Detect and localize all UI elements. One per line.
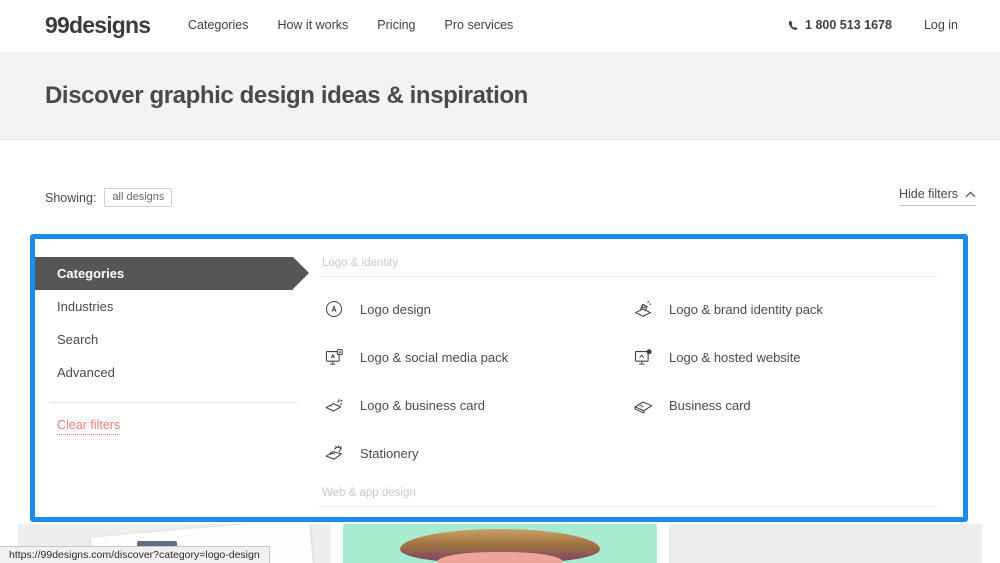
clear-filters-wrap: Clear filters — [35, 403, 305, 435]
clear-filters-link[interactable]: Clear filters — [57, 418, 120, 435]
phone-number-text: 1 800 513 1678 — [805, 18, 892, 32]
filter-tab-label: Industries — [57, 299, 113, 314]
filter-tab-label: Search — [57, 332, 98, 347]
phone-number[interactable]: 1 800 513 1678 — [788, 18, 892, 32]
category-item-empty-slot — [628, 429, 937, 477]
top-navbar: 99designs Categories How it works Pricin… — [0, 0, 1000, 52]
filter-toolbar: Showing: all designs Hide filters — [0, 141, 1000, 236]
category-item-label: Logo design — [360, 302, 431, 317]
showing-group: Showing: all designs — [45, 188, 172, 207]
filter-tab-advanced[interactable]: Advanced — [35, 356, 305, 389]
filter-tab-search[interactable]: Search — [35, 323, 305, 356]
business-card-icon — [632, 394, 654, 416]
category-list-area: Logo & identity Logo design — [305, 239, 963, 517]
site-logo[interactable]: 99designs — [45, 12, 150, 39]
category-item-logo-business-card[interactable]: Logo & business card — [319, 381, 628, 429]
page-title: Discover graphic design ideas & inspirat… — [45, 82, 528, 110]
showing-value-chip[interactable]: all designs — [104, 188, 172, 207]
thumbnail-art — [437, 552, 562, 563]
nav-item-how-it-works[interactable]: How it works — [277, 18, 348, 32]
design-thumbnail[interactable] — [343, 524, 656, 563]
category-item-label: Logo & brand identity pack — [669, 302, 823, 317]
category-item-label: Logo & hosted website — [669, 350, 801, 365]
category-item-label: Logo & social media pack — [360, 350, 508, 365]
category-item-label: Stationery — [360, 446, 419, 461]
hide-filters-button[interactable]: Hide filters — [899, 187, 976, 206]
filter-tab-label: Advanced — [57, 365, 115, 380]
filter-tab-label: Categories — [57, 266, 124, 281]
nav-item-pricing[interactable]: Pricing — [377, 18, 415, 32]
hosted-website-icon — [632, 346, 654, 368]
filter-tab-rail: Categories Industries Search Advanced Cl… — [35, 239, 305, 517]
filter-tab-categories[interactable]: Categories — [35, 257, 293, 290]
primary-nav: Categories How it works Pricing Pro serv… — [188, 18, 513, 32]
logo-design-icon — [323, 298, 345, 320]
business-card-stack-icon — [323, 394, 345, 416]
page-root: 99designs Categories How it works Pricin… — [0, 0, 1000, 563]
category-item-logo-brand-identity-pack[interactable]: Logo & brand identity pack — [628, 285, 937, 333]
category-grid: Logo design Logo & brand identity pack — [319, 285, 937, 477]
filter-panel: Categories Industries Search Advanced Cl… — [35, 239, 963, 517]
category-item-business-card[interactable]: Business card — [628, 381, 937, 429]
brand-identity-pack-icon — [632, 298, 654, 320]
nav-item-categories[interactable]: Categories — [188, 18, 248, 32]
design-thumbnail[interactable] — [669, 524, 982, 563]
status-bar-url: https://99designs.com/discover?category=… — [0, 546, 270, 563]
filter-tab-industries[interactable]: Industries — [35, 290, 305, 323]
stationery-icon — [323, 442, 345, 464]
hero-banner: Discover graphic design ideas & inspirat… — [0, 52, 1000, 140]
section-label-logo-identity: Logo & identity — [319, 257, 937, 277]
social-media-pack-icon — [323, 346, 345, 368]
phone-icon — [788, 20, 799, 31]
category-item-logo-social-media-pack[interactable]: Logo & social media pack — [319, 333, 628, 381]
nav-item-pro-services[interactable]: Pro services — [445, 18, 514, 32]
category-item-logo-design[interactable]: Logo design — [319, 285, 628, 333]
login-link[interactable]: Log in — [924, 18, 958, 32]
category-item-label: Logo & business card — [360, 398, 485, 413]
showing-label: Showing: — [45, 191, 96, 205]
section-label-web-app-design: Web & app design — [319, 487, 937, 507]
category-item-stationery[interactable]: Stationery — [319, 429, 628, 477]
category-item-logo-hosted-website[interactable]: Logo & hosted website — [628, 333, 937, 381]
hide-filters-label: Hide filters — [899, 187, 958, 201]
category-item-label: Business card — [669, 398, 751, 413]
chevron-up-icon — [965, 187, 976, 201]
nav-right-group: 1 800 513 1678 Log in — [788, 18, 958, 32]
